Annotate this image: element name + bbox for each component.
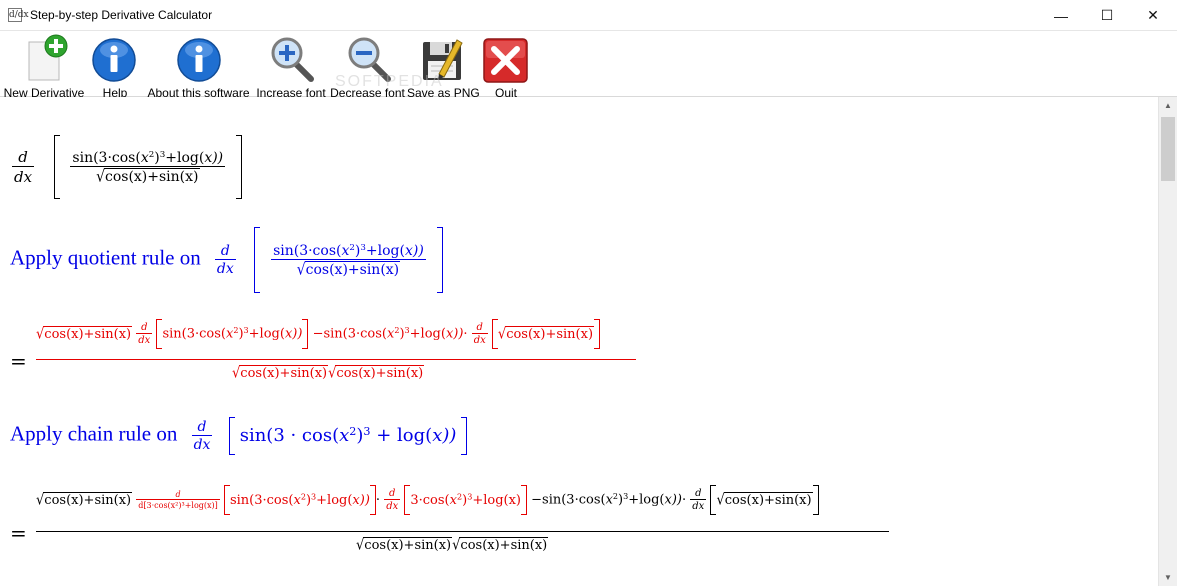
step-chain-label: Apply chain rule on <box>10 421 178 446</box>
zoom-in-icon <box>271 37 314 82</box>
chevron-down-icon: ▼ <box>1164 573 1172 582</box>
vertical-scrollbar[interactable]: ▲ ▼ <box>1158 97 1177 586</box>
step-quotient-label: Apply quotient rule on <box>10 245 201 270</box>
chain-derivative-fraction: d d[3·cos(x²)³+log(x)] <box>136 490 220 510</box>
step-chain-rule: Apply chain rule on d dx sin(3 · cos(x2)3… <box>10 417 468 455</box>
close-icon: ✕ <box>1147 7 1159 23</box>
result-chain-denominator: √cos(x)+sin(x)√cos(x)+sin(x) <box>356 536 549 555</box>
scroll-thumb[interactable] <box>1161 117 1175 181</box>
d-dx-operator: d dx <box>191 419 213 453</box>
help-button[interactable]: Help <box>90 34 140 100</box>
minimize-button[interactable]: — <box>1038 0 1084 31</box>
result-quotient-numerator: √cos(x)+sin(x) d dx sin(3·cos(x2)3+log(x)… <box>36 319 601 349</box>
maximize-button[interactable]: ☐ <box>1084 0 1130 31</box>
result-chain-numerator: √cos(x)+sin(x) d d[3·cos(x²)³+log(x)] sin… <box>36 485 819 515</box>
help-info-icon <box>92 38 136 82</box>
result-quotient-denominator: √cos(x)+sin(x)√cos(x)+sin(x) <box>232 364 425 383</box>
d-dx-operator: d dx <box>12 148 35 186</box>
quotient-fraction: sin(3·cos(x2)3+log(x)) √cos(x)+sin(x) <box>271 242 426 279</box>
result-chain-fraction-bar <box>36 531 889 532</box>
maximize-icon: ☐ <box>1100 7 1114 23</box>
about-info-icon <box>176 38 221 82</box>
minimize-icon: — <box>1054 7 1068 24</box>
chevron-up-icon: ▲ <box>1164 101 1172 110</box>
app-icon: d/dx <box>8 8 29 22</box>
increase-font-button[interactable]: Increase font <box>255 34 327 100</box>
chain-expression: sin(3 · cos(x2)3 + log(x)) <box>239 424 457 446</box>
equals-sign-1: = <box>10 349 27 373</box>
scroll-down-button[interactable]: ▼ <box>1159 569 1177 586</box>
close-button[interactable]: ✕ <box>1130 0 1176 31</box>
about-button[interactable]: About this software <box>145 34 252 100</box>
watermark: SOFTPEDIA <box>335 73 444 90</box>
quit-button[interactable]: Quit <box>480 34 532 100</box>
new-derivative-button[interactable]: New Derivative <box>3 34 85 100</box>
input-expression: d dx sin(3·cos(x2)3+log(x)) √cos(x)+sin(x… <box>12 135 242 199</box>
equals-sign-2: = <box>10 521 27 545</box>
result-quotient-fraction-bar <box>36 359 636 360</box>
title-bar: d/dx Step-by-step Derivative Calculator … <box>0 0 1177 31</box>
derivation-view[interactable]: d dx sin(3·cos(x2)3+log(x)) √cos(x)+sin(x… <box>0 97 1158 586</box>
window-title: Step-by-step Derivative Calculator <box>30 8 213 22</box>
input-fraction: sin(3·cos(x2)3+log(x)) √cos(x)+sin(x) <box>70 149 226 186</box>
toolbar: New Derivative Help About this software … <box>0 31 1177 100</box>
step-quotient-rule: Apply quotient rule on d dx sin(3·cos(x2)… <box>10 227 443 293</box>
scroll-up-button[interactable]: ▲ <box>1159 97 1177 114</box>
new-document-icon <box>28 34 68 81</box>
d-dx-operator: d dx <box>214 243 236 277</box>
quit-x-icon <box>483 38 528 83</box>
